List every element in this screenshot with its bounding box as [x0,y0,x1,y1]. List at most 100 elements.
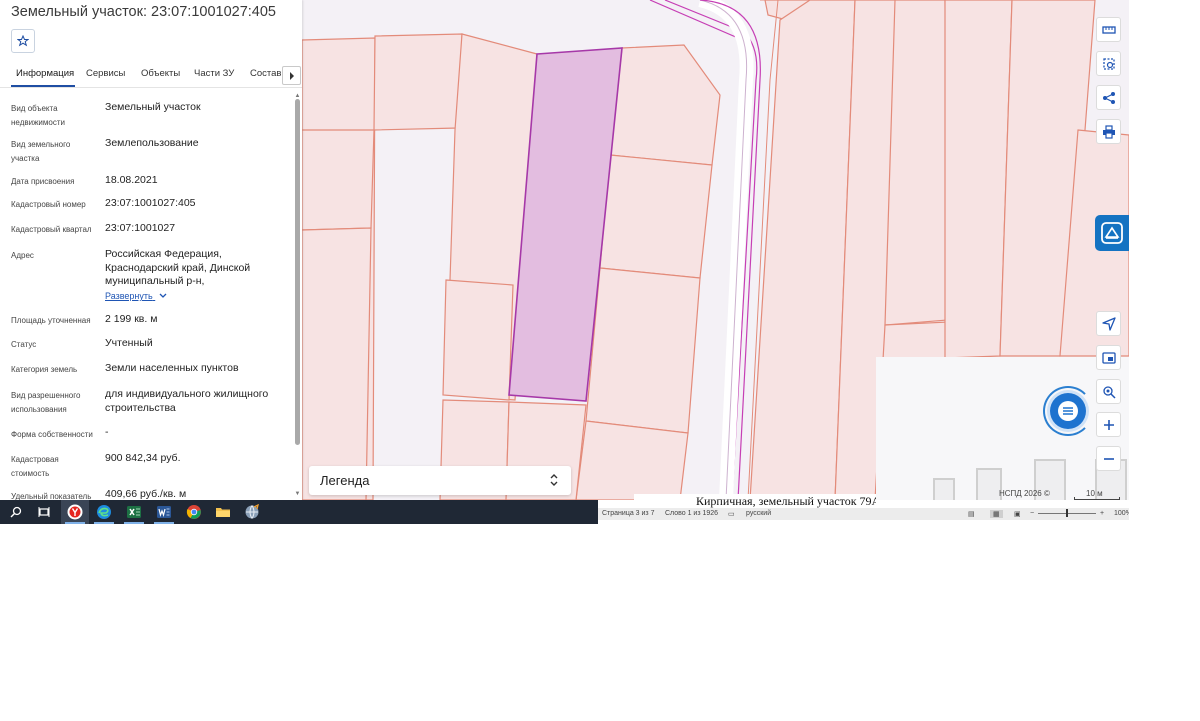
favorite-button[interactable] [11,29,35,53]
taskbar-file-explorer[interactable] [209,500,237,524]
field-value: Земельный участок [105,101,201,113]
pin-search-button[interactable] [1096,379,1121,404]
field-label: Вид земельного участка [11,140,71,163]
field-value: 23:07:1001027:405 [105,197,196,209]
expand-collapse-icon [550,474,558,486]
layers-button[interactable] [1096,345,1121,370]
taskbar-edge[interactable] [90,500,118,524]
print-layout-icon[interactable]: ▦ [990,510,1003,518]
proofing-icon[interactable]: ▭ [728,510,735,518]
taskbar-task-view[interactable] [30,500,58,524]
zoom-level[interactable]: 100% [1114,510,1129,517]
edge-icon [97,505,111,519]
tab-composition[interactable]: Состав [250,68,281,79]
word-counter[interactable]: Слово 1 из 1926 [665,510,718,517]
read-mode-icon[interactable]: ▤ [968,510,975,518]
field-value: 900 842,34 руб. [105,452,181,464]
field-label: Форма собственности [11,430,93,439]
field-value: - [105,426,109,438]
field-label: Площадь уточненная [11,316,91,325]
field-label: Кадастровый квартал [11,225,92,234]
field-value: Землепользование [105,137,199,149]
zoom-slider-thumb[interactable] [1066,509,1068,517]
zoom-out-button[interactable] [1096,446,1121,471]
zoom-out-icon [1103,457,1114,460]
pin-search-icon [1102,385,1116,399]
taskbar-excel[interactable] [120,500,148,524]
print-button[interactable] [1096,119,1121,144]
field-label: Адрес [11,251,34,260]
language-indicator[interactable]: русский [746,510,771,517]
field-label: Кадастровый номер [11,200,86,209]
zoom-in-button[interactable] [1096,412,1121,437]
legend-label: Легенда [320,473,370,488]
taskbar-word[interactable] [150,500,178,524]
panel-scrollbar[interactable]: ▲ ▼ [294,93,301,498]
scroll-thumb[interactable] [295,99,300,445]
field-label: Кадастровая стоимость [11,455,59,478]
panel-title: Земельный участок: 23:07:1001027:405 [11,4,276,20]
web-layout-icon[interactable]: ▣ [1014,510,1021,518]
scale-bar [1074,497,1120,500]
lot[interactable] [301,129,375,231]
tab-objects[interactable]: Объекты [141,68,180,79]
field-value: 409,66 руб./кв. м [105,488,187,500]
task-view-icon [38,507,50,517]
field-label: Категория земель [11,365,78,374]
tab-services[interactable]: Сервисы [86,68,125,79]
field-value: Учтенный [105,337,153,349]
lot[interactable] [585,267,701,434]
measure-button[interactable] [1096,17,1121,42]
map-copyright: НСПД 2026 © [999,489,1050,498]
page-counter[interactable]: Страница 3 из 7 [602,510,654,517]
lot[interactable] [301,227,372,500]
select-area-button[interactable] [1096,51,1121,76]
lot[interactable] [609,44,721,166]
taskbar-chrome[interactable] [180,500,208,524]
search-icon [10,506,22,518]
field-value: 23:07:1001027 [105,222,176,234]
word-icon [157,506,171,518]
field-label: Дата присвоения [11,177,75,186]
star-icon [17,35,29,47]
share-button[interactable] [1096,85,1121,110]
network-tool-icon [245,504,259,519]
field-label: Вид разрешенного использования [11,391,81,414]
document-fragment: Кирпичная, земельный участок 79А;¶ [634,494,876,508]
tabs-next-button[interactable] [282,66,301,85]
background-window-thumbnails [933,459,1127,500]
legend-dropdown[interactable]: Легенда [309,466,571,495]
chat-button[interactable] [1050,393,1086,429]
zoom-in-icon [1103,419,1114,430]
taskbar-network-tool[interactable] [238,500,266,524]
lot[interactable] [884,0,949,326]
expand-link-label: Развернуть [105,291,153,301]
taskbar-yandex[interactable] [61,500,89,524]
field-value: для индивидуального жилищного строительс… [105,388,269,414]
zoom-in-word-icon[interactable]: + [1100,510,1104,517]
field-label: Статус [11,340,37,349]
chevron-right-icon [289,71,294,80]
lot[interactable] [442,279,514,401]
tab-parts[interactable]: Части ЗУ [194,68,234,79]
egrn-button[interactable] [1095,215,1129,251]
taskbar-search[interactable] [2,500,30,524]
locate-button[interactable] [1096,311,1121,336]
layers-icon [1101,351,1116,364]
word-status-bar: Страница 3 из 7 Слово 1 из 1926 ▭ русски… [598,508,1129,520]
lot[interactable] [373,33,463,131]
expand-address-link[interactable]: Развернуть [105,291,167,301]
chevron-down-icon [159,293,167,298]
lot[interactable] [599,154,713,279]
field-value: 2 199 кв. м [105,313,158,325]
scroll-down-icon[interactable]: ▼ [294,491,301,497]
background-window [876,357,1129,500]
locate-icon [1101,316,1116,331]
ruler-icon [1101,25,1116,34]
lot[interactable] [575,420,689,500]
active-tab-indicator [11,85,75,87]
tab-info[interactable]: Информация [16,68,74,79]
zoom-out-word-icon[interactable]: − [1030,510,1034,517]
file-explorer-icon [216,508,230,517]
yandex-browser-icon [67,504,83,520]
